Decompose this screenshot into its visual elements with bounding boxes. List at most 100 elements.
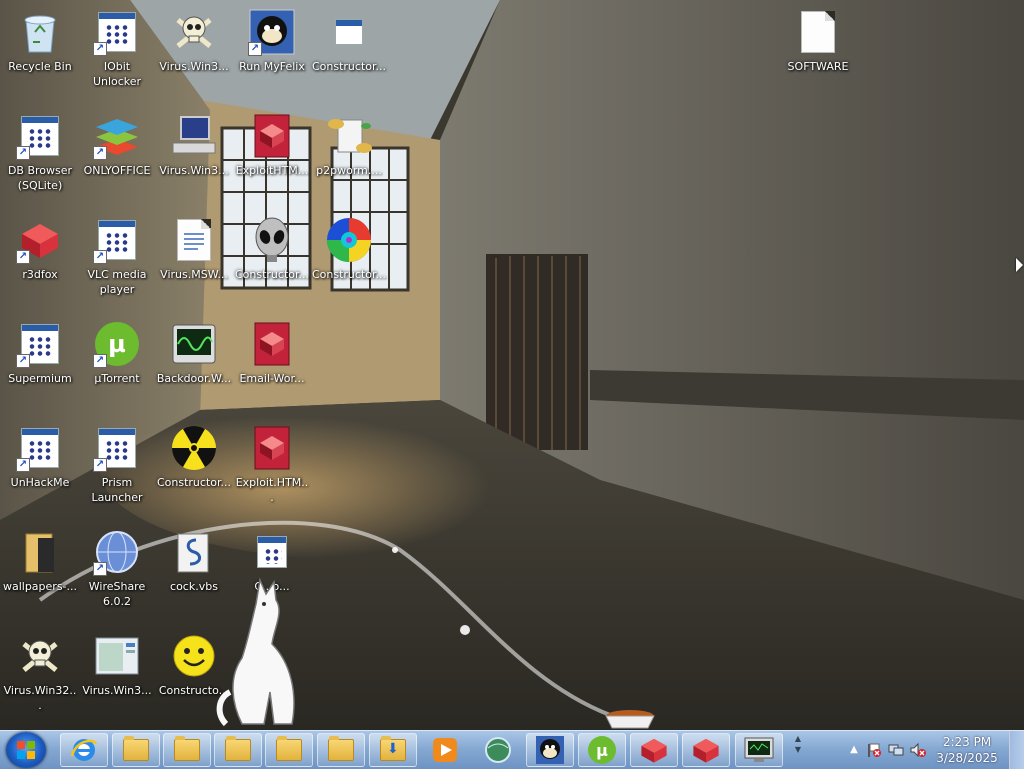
windows-logo-icon: [17, 741, 35, 759]
desktop-icon-db-browser[interactable]: ↗ DB Browser (SQLite): [0, 112, 80, 193]
app-window-icon: [325, 8, 373, 56]
red-cube-icon: ↗: [16, 216, 64, 264]
shortcut-arrow-icon: ↗: [93, 562, 107, 576]
app-window-icon: ↗: [93, 216, 141, 264]
start-button[interactable]: [6, 732, 46, 768]
desktop-icon-constructor-1[interactable]: Constructor...: [309, 8, 389, 74]
media-player-icon: [433, 738, 457, 762]
desktop-icon-label: Constructor...: [234, 268, 309, 281]
taskbar-monitor[interactable]: [735, 733, 783, 767]
desktop-icon-label: DB Browser (SQLite): [7, 164, 73, 192]
taskbar-myfelix[interactable]: [526, 733, 574, 767]
utorrent-icon: µ ↗: [93, 320, 141, 368]
skull-crossbones-icon: [16, 632, 64, 680]
show-desktop-button[interactable]: [1009, 731, 1024, 769]
taskbar-folder-download[interactable]: ⬇: [369, 733, 417, 767]
folder-icon: [16, 528, 64, 576]
desktop-pet-cat[interactable]: [212, 574, 322, 730]
desktop-icon-virus-win3-skull[interactable]: Virus.Win3...: [154, 8, 234, 74]
taskbar-internet-explorer[interactable]: [60, 733, 108, 767]
desktop-icon-constructor-spiral[interactable]: Constructor...: [309, 216, 389, 282]
desktop-icon-iobit-unlocker[interactable]: ↗ IObit Unlocker: [77, 8, 157, 89]
desktop-icon-wallpapers-folder[interactable]: wallpapers-...: [0, 528, 80, 594]
red-cube-file-icon: [248, 320, 296, 368]
desktop-icon-unhackme[interactable]: ↗ UnHackMe: [0, 424, 80, 490]
red-cube-file-icon: [248, 424, 296, 472]
folder-icon: [123, 736, 149, 761]
desktop-icon-label: Run MyFelix: [239, 60, 305, 73]
taskbar-folder-5[interactable]: [317, 733, 365, 767]
alien-icon: [248, 216, 296, 264]
desktop-icon-utorrent[interactable]: µ ↗ µTorrent: [77, 320, 157, 386]
shortcut-arrow-icon: ↗: [16, 250, 30, 264]
desktop-icon-recycle-bin[interactable]: Recycle Bin: [0, 8, 80, 74]
clock-date: 3/28/2025: [936, 751, 998, 765]
desktop-icon-supermium[interactable]: ↗ Supermium: [0, 320, 80, 386]
desktop-icon-label: Constructor...: [156, 476, 231, 489]
taskbar-r3dfox-1[interactable]: [630, 733, 678, 767]
desktop-icon-p2pworm[interactable]: p2pworm....: [309, 112, 389, 178]
ie-icon: [70, 739, 98, 761]
folder-icon: [328, 736, 354, 761]
globe-icon: ↗: [93, 528, 141, 576]
taskbar-folder-3[interactable]: [214, 733, 262, 767]
taskbar-utorrent[interactable]: µ: [578, 733, 626, 767]
taskbar-folder-4[interactable]: [265, 733, 313, 767]
desktop-icon-virus-win32[interactable]: Virus.Win32...: [0, 632, 80, 713]
show-hidden-icons-chevron-icon[interactable]: ▲: [846, 742, 862, 758]
taskbar-media-player[interactable]: [421, 733, 469, 767]
red-cube-file-icon: [248, 112, 296, 160]
desktop-icon-virus-msw[interactable]: Virus.MSW...: [154, 216, 234, 282]
desktop-icon-label: Constructor...: [311, 60, 386, 73]
taskbar-scroll-arrows[interactable]: ▲ ▼: [792, 733, 804, 767]
volume-muted-icon[interactable]: [910, 742, 926, 758]
desktop-icon-r3dfox[interactable]: ↗ r3dfox: [0, 216, 80, 282]
desktop-icon-label: µTorrent: [94, 372, 140, 385]
clock-time: 2:23 PM: [942, 735, 992, 749]
desktop-icon-label: Supermium: [8, 372, 72, 385]
desktop-icon-exploit-htm-2[interactable]: Exploit.HTM...: [232, 424, 312, 505]
desktop-icon-virus-win3-computer[interactable]: Virus.Win3...: [154, 112, 234, 178]
desktop-icon-prism-launcher[interactable]: ↗ Prism Launcher: [77, 424, 157, 505]
taskbar-clock[interactable]: 2:23 PM 3/28/2025: [932, 734, 1002, 766]
desktop-icon-email-worm[interactable]: Email-Wor...: [232, 320, 312, 386]
desktop-icon-exploit-htm-1[interactable]: ExploitHTM...: [232, 112, 312, 178]
shortcut-arrow-icon: ↗: [16, 146, 30, 160]
desktop-icon-wireshare[interactable]: ↗ WireShare 6.0.2: [77, 528, 157, 609]
taskbar-folder-2[interactable]: [163, 733, 211, 767]
taskbar-folder-1[interactable]: [112, 733, 160, 767]
mouse-cursor: [1016, 258, 1023, 272]
action-center-flag-icon[interactable]: [866, 742, 882, 758]
network-file-icon: [325, 112, 373, 160]
computer-icon: [170, 112, 218, 160]
taskbar-r3dfox-2[interactable]: [682, 733, 730, 767]
desktop-icon-constructor-alien[interactable]: Constructor...: [232, 216, 312, 282]
desktop-icon-software[interactable]: SOFTWARE: [778, 8, 858, 74]
desktop-icon-constructor-radiation[interactable]: Constructor...: [154, 424, 234, 490]
desktop-icon-vlc[interactable]: ↗ VLC media player: [77, 216, 157, 297]
desktop-icon-label: WireShare 6.0.2: [88, 580, 146, 608]
network-icon[interactable]: [888, 742, 904, 758]
desktop-icon-label: ONLYOFFICE: [83, 164, 151, 177]
desktop-icon-backdoor[interactable]: Backdoor.W...: [154, 320, 234, 386]
desktop-icon-label: wallpapers-...: [2, 580, 78, 593]
desktop-icon-onlyoffice[interactable]: ↗ ONLYOFFICE: [77, 112, 157, 178]
shortcut-arrow-icon: ↗: [93, 146, 107, 160]
desktop-icon-label: Recycle Bin: [8, 60, 72, 73]
desktop-icon-label: r3dfox: [22, 268, 58, 281]
taskbar-wireshare[interactable]: [474, 733, 522, 767]
red-cube-icon: [641, 738, 667, 763]
skull-crossbones-icon: [170, 8, 218, 56]
recycle-bin-icon: [16, 8, 64, 56]
desktop-icon-label: Virus.Win3...: [159, 164, 229, 177]
desktop-icon-label: UnHackMe: [10, 476, 70, 489]
smiley-icon: [170, 632, 218, 680]
shortcut-arrow-icon: ↗: [93, 354, 107, 368]
desktop-icon-label: VLC media player: [87, 268, 147, 296]
shortcut-arrow-icon: ↗: [93, 250, 107, 264]
felix-cat-icon: [536, 736, 564, 764]
shortcut-arrow-icon: ↗: [16, 458, 30, 472]
desktop-icon-run-myfelix[interactable]: ↗ Run MyFelix: [232, 8, 312, 74]
desktop-icon-virus-win3-2[interactable]: Virus.Win3...: [77, 632, 157, 698]
desktop-icon-label: ExploitHTM...: [235, 164, 309, 177]
